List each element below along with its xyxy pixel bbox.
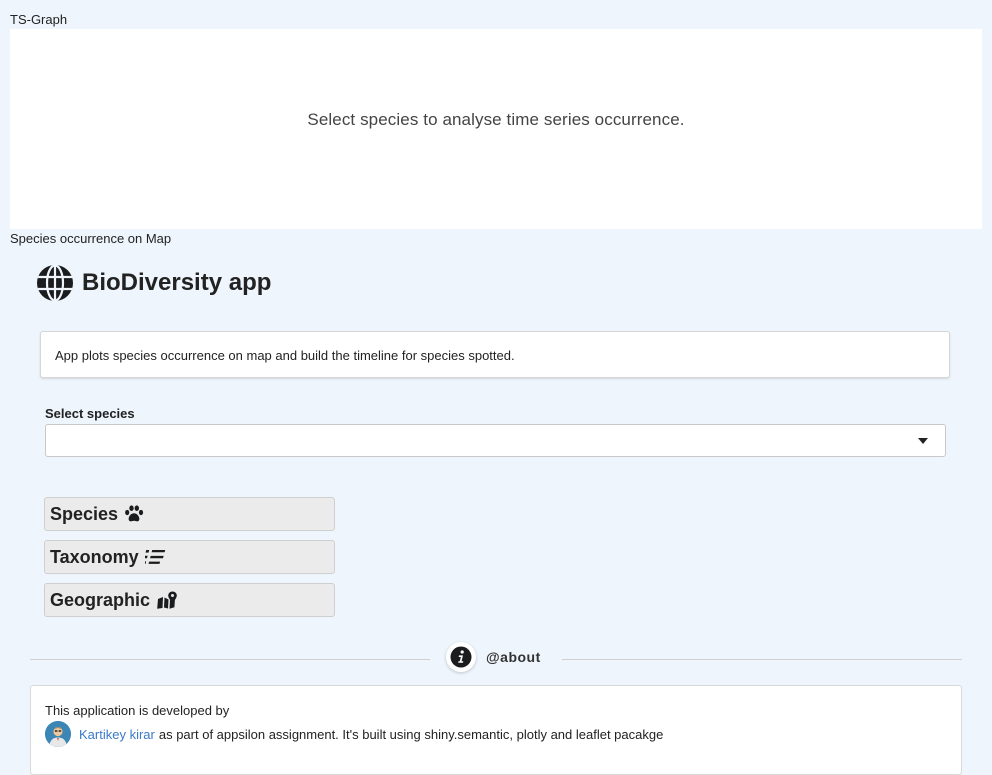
map-marked-icon [157, 591, 177, 609]
app-description: App plots species occurrence on map and … [40, 331, 950, 378]
about-intro-text: This application is developed by [45, 703, 230, 718]
dropdown-caret-icon [918, 438, 928, 444]
paw-icon [125, 505, 144, 522]
species-select-dropdown[interactable] [45, 424, 946, 457]
divider-line-left [30, 659, 430, 660]
ts-graph-panel: Select species to analyse time series oc… [10, 29, 982, 229]
divider-line-right [562, 659, 962, 660]
app-header: BioDiversity app [36, 264, 271, 302]
ts-graph-label: TS-Graph [10, 12, 68, 27]
app-title: BioDiversity app [82, 269, 272, 296]
about-rest-text: as part of appsilon assignment. It's bui… [158, 726, 664, 742]
map-section-label: Species occurrence on Map [10, 231, 172, 246]
about-divider-text: @about [486, 649, 541, 665]
species-select-label: Select species [45, 406, 135, 421]
globe-icon [37, 264, 73, 302]
geographic-tab-label: Geographic [50, 589, 151, 610]
developer-avatar [45, 721, 71, 747]
geographic-tab-button[interactable]: Geographic [44, 583, 335, 617]
list-icon [144, 550, 165, 564]
species-tab-button[interactable]: Species [44, 497, 335, 531]
ts-graph-placeholder-message: Select species to analyse time series oc… [307, 110, 685, 129]
info-badge [446, 642, 476, 672]
info-icon [450, 646, 472, 668]
taxonomy-tab-label: Taxonomy [50, 546, 139, 567]
developer-link[interactable]: Kartikey kirar [79, 727, 155, 742]
species-tab-label: Species [50, 503, 119, 524]
taxonomy-tab-button[interactable]: Taxonomy [44, 540, 335, 574]
about-divider: @about [30, 640, 962, 674]
